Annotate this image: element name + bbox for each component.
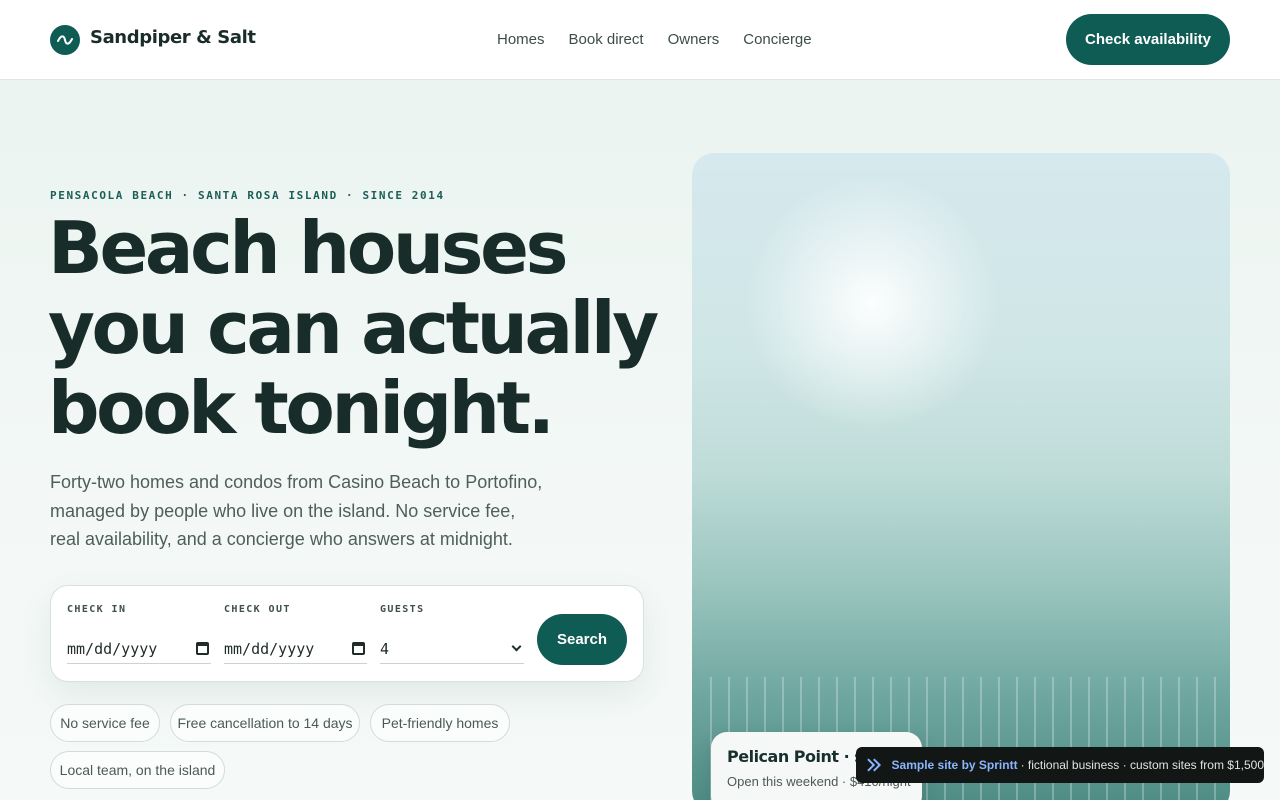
- headline-line-2: you can actually: [48, 286, 659, 370]
- check-out-value: mm/dd/yyyy: [224, 639, 315, 658]
- search-button[interactable]: Search: [537, 614, 627, 665]
- double-chevron-icon: [867, 758, 882, 772]
- check-availability-button[interactable]: Check availability: [1066, 14, 1230, 65]
- hero-lede: Forty-two homes and condos from Casino B…: [50, 472, 543, 549]
- main-nav: Homes Book direct Owners Concierge: [497, 31, 812, 48]
- nav-book-direct[interactable]: Book direct: [569, 31, 644, 48]
- check-in-value: mm/dd/yyyy: [67, 639, 158, 658]
- headline-line-1: Beach houses: [48, 206, 568, 290]
- feature-pill-local-team: Local team, on the island: [50, 751, 225, 789]
- sample-site-badge[interactable]: Sample site by Sprintt · fictional busin…: [856, 747, 1264, 783]
- site-header: Sandpiper & Salt Homes Book direct Owner…: [0, 0, 1280, 80]
- check-out-input[interactable]: mm/dd/yyyy: [224, 634, 367, 664]
- sun-glow: [712, 163, 1032, 443]
- hero-beach-image: [692, 153, 1230, 800]
- feature-pill-pet-friendly: Pet-friendly homes: [370, 704, 510, 742]
- availability-search-form: CHECK IN mm/dd/yyyy CHECK OUT mm/dd/yyyy…: [50, 585, 644, 682]
- check-out-label: CHECK OUT: [224, 604, 291, 615]
- wave-logo-icon[interactable]: [50, 25, 80, 55]
- hero-headline: Beach houses you can actually book tonig…: [48, 208, 668, 448]
- guests-value: 4: [380, 639, 390, 658]
- chevron-down-icon: [511, 641, 522, 652]
- calendar-icon[interactable]: [196, 642, 209, 655]
- guests-label: GUESTS: [380, 604, 425, 615]
- brand-name[interactable]: Sandpiper & Salt: [90, 27, 256, 48]
- calendar-icon[interactable]: [352, 642, 365, 655]
- badge-text: · fictional business · custom sites from…: [1020, 758, 1264, 772]
- guests-select[interactable]: 4: [380, 634, 524, 664]
- hero-eyebrow: PENSACOLA BEACH · SANTA ROSA ISLAND · SI…: [50, 189, 445, 202]
- feature-pill-free-cancellation: Free cancellation to 14 days: [170, 704, 360, 742]
- nav-homes[interactable]: Homes: [497, 31, 545, 48]
- check-in-input[interactable]: mm/dd/yyyy: [67, 634, 211, 664]
- guests-field: GUESTS 4: [380, 604, 524, 664]
- check-in-label: CHECK IN: [67, 604, 127, 615]
- headline-line-3: book tonight.: [48, 366, 555, 450]
- nav-owners[interactable]: Owners: [668, 31, 720, 48]
- feature-pill-no-service-fee: No service fee: [50, 704, 160, 742]
- check-out-field: CHECK OUT mm/dd/yyyy: [224, 604, 367, 664]
- nav-concierge[interactable]: Concierge: [743, 31, 811, 48]
- listing-title: Pelican Point · sl: [727, 747, 869, 766]
- check-in-field: CHECK IN mm/dd/yyyy: [67, 604, 211, 664]
- badge-link[interactable]: Sample site by Sprintt: [892, 758, 1018, 772]
